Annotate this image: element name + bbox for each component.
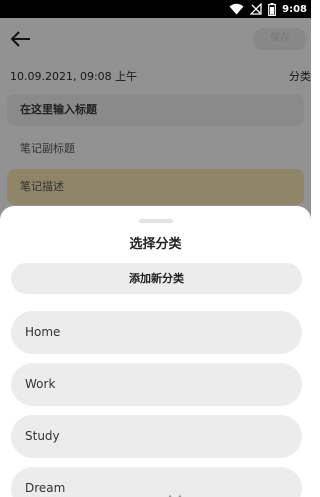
drag-handle[interactable] xyxy=(139,219,173,223)
category-bottom-sheet: 选择分类 添加新分类 Home Work Study Dream xyxy=(0,206,311,497)
battery-icon xyxy=(268,2,277,16)
status-bar: 9:08 xyxy=(0,0,311,18)
category-item-dream[interactable]: Dream xyxy=(11,467,302,497)
category-item-study[interactable]: Study xyxy=(11,415,302,458)
status-time: 9:08 xyxy=(282,3,307,15)
no-signal-icon xyxy=(250,3,262,15)
sheet-title: 选择分类 xyxy=(129,237,182,252)
category-item-home[interactable]: Home xyxy=(11,311,302,354)
status-icons: 9:08 xyxy=(229,1,307,17)
category-item-work[interactable]: Work xyxy=(11,363,302,406)
wifi-icon xyxy=(229,3,244,15)
add-category-button[interactable]: 添加新分类 xyxy=(11,263,302,294)
